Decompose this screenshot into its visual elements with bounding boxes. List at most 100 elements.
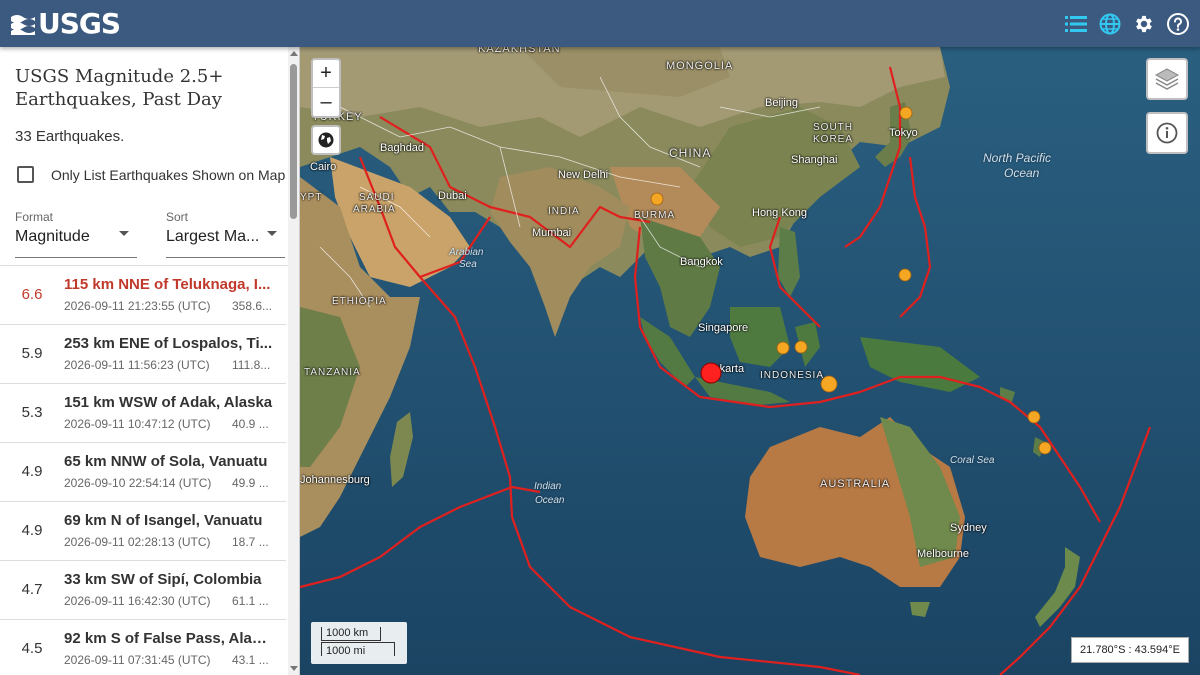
map-scale: 1000 km 1000 mi [311,622,407,664]
usgs-logo[interactable]: USGS [10,7,121,40]
help-icon[interactable] [1166,12,1190,36]
label-arabian-2: Sea [459,259,477,270]
format-label: Format [15,210,54,224]
info-icon [1156,122,1178,144]
sort-dropdown-arrow-icon [267,231,277,236]
format-select[interactable]: Format Magnitude [15,210,137,258]
earthquake-time: 2026-09-11 16:42:30 (UTC) [64,594,211,608]
label-melbourne: Melbourne [917,548,969,560]
earthquake-depth: 61.1 ... [232,594,269,608]
usgs-wave-icon [11,14,35,35]
label-burma: BURMA [634,210,676,221]
earthquake-place: 151 km WSW of Adak, Alaska [64,394,273,411]
label-coral-sea: Coral Sea [950,455,995,466]
earthquake-time: 2026-09-11 21:23:55 (UTC) [64,299,211,313]
earthquake-depth: 49.9 ... [232,476,269,490]
layers-icon [1154,68,1180,90]
earthquake-time: 2026-09-11 07:31:45 (UTC) [64,653,211,667]
zoom-control: + – [311,58,341,118]
list-icon[interactable] [1064,12,1088,36]
label-jakarta: Jakarta [708,363,745,375]
label-shanghai: Shanghai [791,154,838,166]
earthquake-list: 6.6 115 km NNE of Teluknaga, I... 2026-09-… [0,266,286,675]
zoom-in-button[interactable]: + [313,60,339,88]
earthquake-row[interactable]: 4.9 65 km NNW of Sola, Vanuatu 2026-09-10 … [0,443,286,502]
label-ethiopia: ETHIOPIA [332,296,387,307]
label-sydney: Sydney [950,522,987,534]
label-tokyo: Tokyo [889,127,918,139]
earthquake-count: 33 Earthquakes. [15,128,125,145]
only-list-checkbox[interactable] [17,166,34,183]
scale-mi: 1000 mi [321,642,395,657]
label-indian-1: Indian [534,481,562,492]
earthquake-row[interactable]: 4.9 69 km N of Isangel, Vanuatu 2026-09-11… [0,502,286,561]
gear-icon[interactable] [1132,12,1156,36]
sort-label: Sort [166,210,189,224]
earthquake-place: 33 km SW of Sipí, Colombia [64,571,262,588]
earthquake-depth: 111.8... [232,358,271,372]
label-kazakhstan: KAZAKHSTAN [478,47,561,55]
earthquake-depth: 358.6... [232,299,272,313]
label-indonesia: INDONESIA [760,370,825,381]
label-china: CHINA [669,146,712,160]
label-mongolia: MONGOLIA [666,60,734,72]
label-india: INDIA [548,206,580,217]
scroll-down-icon[interactable] [290,666,298,671]
label-johannesburg: Johannesburg [300,474,370,486]
earthquake-row[interactable]: 5.3 151 km WSW of Adak, Alaska 2026-09-11 … [0,384,286,443]
earthquake-time: 2026-09-10 22:54:14 (UTC) [64,476,212,490]
earthquake-depth: 43.1 ... [232,653,269,667]
cursor-coordinates: 21.780°S : 43.594°E [1071,637,1189,663]
earthquake-magnitude: 4.5 [21,640,43,657]
world-view-button[interactable] [311,125,341,155]
earthquake-place: 69 km N of Isangel, Vanuatu [64,512,263,529]
earthquake-place: 253 km ENE of Lospalos, Ti... [64,335,273,352]
earthquake-magnitude: 5.9 [21,345,43,362]
label-egypt: YPT [300,192,323,203]
label-australia: AUSTRALIA [820,478,891,490]
globe-icon[interactable] [1098,12,1122,36]
map-basemap [300,47,1200,675]
label-saudi-2: ARABIA [353,204,396,215]
scroll-thumb[interactable] [290,64,297,219]
label-new-delhi: New Delhi [558,169,609,181]
panel-title: USGS Magnitude 2.5+ Earthquakes, Past Da… [15,66,224,110]
earthquake-row[interactable]: 5.9 253 km ENE of Lospalos, Ti... 2026-09-… [0,325,286,384]
only-list-label[interactable]: Only List Earthquakes Shown on Map [51,167,285,183]
earthquake-time: 2026-09-11 02:28:13 (UTC) [64,535,211,549]
earthquake-row[interactable]: 4.5 92 km S of False Pass, Alaska 2026-09-… [0,620,286,675]
earthquake-row[interactable]: 4.7 33 km SW of Sipí, Colombia 2026-09-11 … [0,561,286,620]
label-north-pacific-1: North Pacific [983,151,1052,165]
sort-select[interactable]: Sort Largest Ma... [166,210,285,258]
earthquake-time: 2026-09-11 10:47:12 (UTC) [64,417,211,431]
label-singapore: Singapore [698,322,749,334]
label-bangkok: Bangkok [680,256,723,268]
label-baghdad: Baghdad [380,142,425,154]
earthquake-magnitude: 4.7 [21,581,43,598]
earthquake-place: 92 km S of False Pass, Alaska [64,630,274,647]
label-indian-2: Ocean [535,495,565,506]
label-saudi-1: SAUDI [359,192,395,203]
earthquake-time: 2026-09-11 11:56:23 (UTC) [64,358,210,372]
label-south-korea-2: KOREA [813,134,854,145]
label-south-korea-1: SOUTH [813,122,853,133]
earthquake-magnitude: 4.9 [21,522,43,539]
list-scrollbar[interactable] [288,47,299,675]
label-arabian-1: Arabian [449,247,484,258]
label-tanzania: TANZANIA [304,367,361,378]
earthquake-place: 65 km NNW of Sola, Vanuatu [64,453,268,470]
info-button[interactable] [1146,112,1188,154]
earthquake-magnitude: 6.6 [21,286,43,303]
earthquake-map[interactable]: KAZAKHSTAN MONGOLIA TURKEY Beijing SOUTH… [300,47,1200,675]
scroll-up-icon[interactable] [290,51,298,56]
earthquake-depth: 18.7 ... [232,535,269,549]
zoom-out-button[interactable]: – [313,88,339,116]
earthquake-list-panel: USGS Magnitude 2.5+ Earthquakes, Past Da… [0,47,300,675]
label-north-pacific-2: Ocean [1004,166,1040,180]
label-dubai: Dubai [438,190,467,202]
label-cairo: Cairo [310,161,337,173]
scale-km: 1000 km [321,627,381,641]
earthquake-magnitude: 4.9 [21,463,43,480]
earthquake-row[interactable]: 6.6 115 km NNE of Teluknaga, I... 2026-09-… [0,266,286,325]
layers-button[interactable] [1146,58,1188,100]
